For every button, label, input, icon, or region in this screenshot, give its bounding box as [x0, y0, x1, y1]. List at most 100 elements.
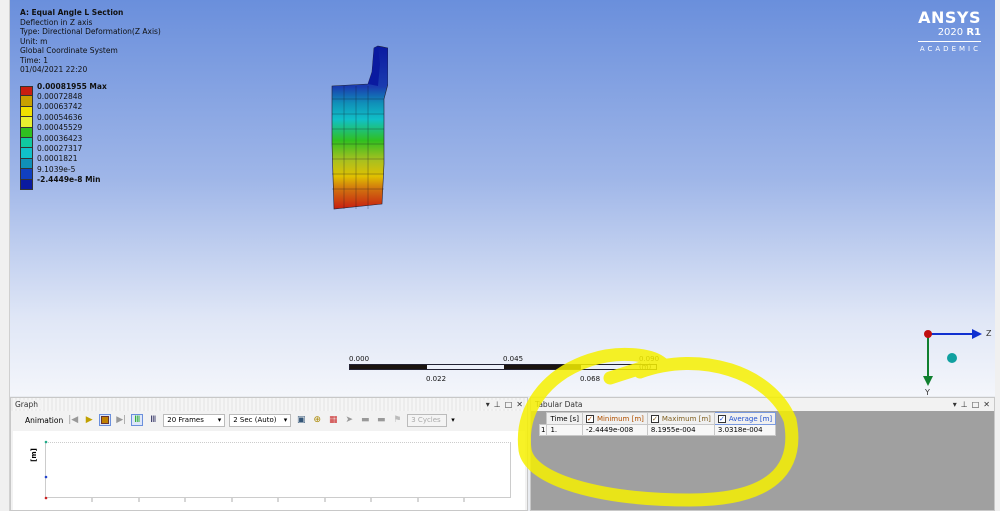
- legend-label: 0.00072848: [37, 92, 83, 102]
- scale-label: 0.045: [503, 355, 524, 363]
- animation-label: Animation: [25, 415, 64, 425]
- legend-swatch: [20, 169, 33, 180]
- frame-icon-2[interactable]: ▬: [375, 414, 387, 426]
- graph-panel-title: Graph: [15, 400, 43, 409]
- info-line: Type: Directional Deformation(Z Axis): [20, 27, 161, 36]
- frames-value: 20 Frames: [167, 416, 204, 424]
- maximize-icon[interactable]: □: [972, 400, 980, 409]
- y-axis-label: Y: [924, 388, 930, 396]
- legend-swatch: [20, 106, 33, 118]
- logo-release: R1: [966, 27, 981, 38]
- cycles-select[interactable]: 3 Cycles: [407, 413, 448, 427]
- logo-edition: ACADEMIC: [918, 41, 981, 53]
- previous-frame-icon[interactable]: |◀: [67, 414, 79, 426]
- logo-version: 2020: [937, 27, 964, 38]
- pin-icon[interactable]: ⊥: [494, 400, 501, 409]
- scale-label: 0.068: [580, 375, 601, 383]
- right-panel-edge: [995, 0, 1000, 511]
- scale-label: 0.000: [349, 355, 370, 363]
- play-icon[interactable]: ▶: [83, 414, 95, 426]
- cell-minimum: -2.4449e-008: [581, 424, 648, 436]
- checkbox-minimum[interactable]: ✓: [585, 414, 594, 423]
- result-title: A: Equal Angle L Section: [20, 8, 124, 17]
- z-axis-label: Z: [986, 329, 992, 338]
- info-line: 01/04/2021 22:20: [20, 65, 88, 74]
- zoom-fit-icon[interactable]: ⊕: [311, 414, 323, 426]
- column-header-maximum[interactable]: ✓ Maximum [m]: [646, 412, 715, 425]
- 3d-viewport[interactable]: A: Equal Angle L Section Deflection in Z…: [10, 0, 995, 396]
- close-icon[interactable]: ✕: [983, 400, 990, 409]
- legend-swatch: [20, 137, 33, 149]
- legend-label: 0.00081955 Max: [37, 81, 107, 91]
- legend-swatch: [20, 148, 33, 159]
- dropdown-icon[interactable]: ▾: [486, 400, 490, 409]
- checkbox-average[interactable]: ✓: [717, 414, 726, 423]
- column-header-minimum[interactable]: ✓ Minimum [m]: [581, 412, 648, 425]
- legend-swatch: [20, 179, 33, 190]
- tabular-data-panel: Tabular Data ▾ ⊥ □ ✕ Time [s] ✓ Minimum [m] …: [530, 397, 995, 511]
- frame-icon-1[interactable]: ▬: [359, 414, 371, 426]
- legend-label: 0.0001821: [37, 154, 78, 164]
- cell-average: 3.0318e-004: [713, 424, 777, 436]
- column-header-average[interactable]: ✓ Average [m]: [713, 412, 777, 425]
- cycles-value: 3 Cycles: [411, 416, 441, 424]
- axis-triad[interactable]: Z Y: [910, 322, 995, 396]
- col-label: Time [s]: [550, 414, 579, 423]
- logo-brand: ANSYS: [918, 8, 981, 27]
- plot-ticks: [44, 440, 465, 502]
- row-index: 1: [538, 424, 548, 436]
- left-panel-edge: [0, 0, 10, 511]
- col-label: Average [m]: [728, 414, 773, 423]
- info-line: Global Coordinate System: [20, 46, 118, 55]
- cell-maximum: 8.1955e-004: [646, 424, 715, 436]
- legend-label: -2.4449e-8 Min: [37, 175, 101, 185]
- scale-label: 0.022: [426, 375, 447, 383]
- legend-label: 0.00036423: [37, 133, 83, 143]
- scale-bar: 0.000 0.045 0.090 (m) 0.022 0.068: [349, 355, 659, 395]
- export-video-icon[interactable]: ▣: [295, 414, 307, 426]
- stop-button[interactable]: [99, 414, 112, 426]
- color-legend[interactable]: 0.00081955 Max 0.00072848 0.00063742 0.0005…: [20, 82, 107, 190]
- legend-entry: -2.4449e-8 Min: [20, 175, 107, 190]
- checkbox-maximum[interactable]: ✓: [650, 414, 659, 423]
- duration-select[interactable]: 2 Sec (Auto) ▾: [229, 413, 292, 427]
- graph-panel: Graph ▾ ⊥ □ ✕ Animation |◀ ▶ ▶| Ⅲ Ⅲ 20 Fram…: [10, 397, 528, 511]
- dropdown-icon[interactable]: ▾: [953, 400, 957, 409]
- cell-time: 1.: [546, 424, 583, 436]
- scale-bar-graphic: [349, 364, 657, 370]
- col-label: Maximum [m]: [661, 414, 711, 423]
- deformed-model[interactable]: [328, 44, 388, 214]
- legend-label: 9.1039e-5: [37, 164, 76, 174]
- legend-label: 0.00063742: [37, 102, 83, 112]
- pin-icon[interactable]: ⊥: [961, 400, 968, 409]
- duration-value: 2 Sec (Auto): [233, 416, 277, 424]
- legend-swatch: [20, 96, 33, 107]
- result-sets-icon[interactable]: Ⅲ: [147, 414, 159, 426]
- flag-icon[interactable]: ⚑: [391, 414, 403, 426]
- col-label: Minimum [m]: [596, 414, 644, 423]
- legend-toggle-icon[interactable]: ▦: [327, 414, 339, 426]
- legend-swatch: [20, 86, 33, 97]
- frames-select[interactable]: 20 Frames ▾: [163, 413, 226, 427]
- column-header-time[interactable]: Time [s]: [546, 412, 583, 425]
- info-line: Unit: m: [20, 36, 48, 46]
- ansys-logo: ANSYS 2020 R1 ACADEMIC: [918, 8, 981, 53]
- tabular-data-table: Time [s] ✓ Minimum [m] ✓ Maximum [m] ✓ Aver…: [538, 412, 777, 436]
- tabular-panel-title: Tabular Data: [535, 400, 587, 409]
- table-row[interactable]: 1 1. -2.4449e-008 8.1955e-004 3.0318e-00…: [538, 424, 777, 436]
- legend-swatch: [20, 158, 33, 170]
- animation-toolbar: Animation |◀ ▶ ▶| Ⅲ Ⅲ 20 Frames ▾ 2 Sec (…: [25, 413, 455, 427]
- next-frame-icon[interactable]: ▶|: [115, 414, 127, 426]
- graph-plot[interactable]: [m]: [13, 431, 525, 510]
- play-mode-icon[interactable]: ➤: [343, 414, 355, 426]
- maximize-icon[interactable]: □: [505, 400, 513, 409]
- info-line: Deflection in Z axis: [20, 17, 93, 27]
- legend-label: 0.00027317: [37, 144, 83, 154]
- info-line: Time: 1: [20, 55, 49, 65]
- legend-swatch: [20, 127, 33, 138]
- result-info: A: Equal Angle L Section Deflection in Z…: [20, 8, 161, 75]
- legend-swatch: [20, 117, 33, 128]
- close-icon[interactable]: ✕: [516, 400, 523, 409]
- distributed-frames-icon[interactable]: Ⅲ: [131, 414, 144, 426]
- legend-label: 0.00045529: [37, 123, 83, 133]
